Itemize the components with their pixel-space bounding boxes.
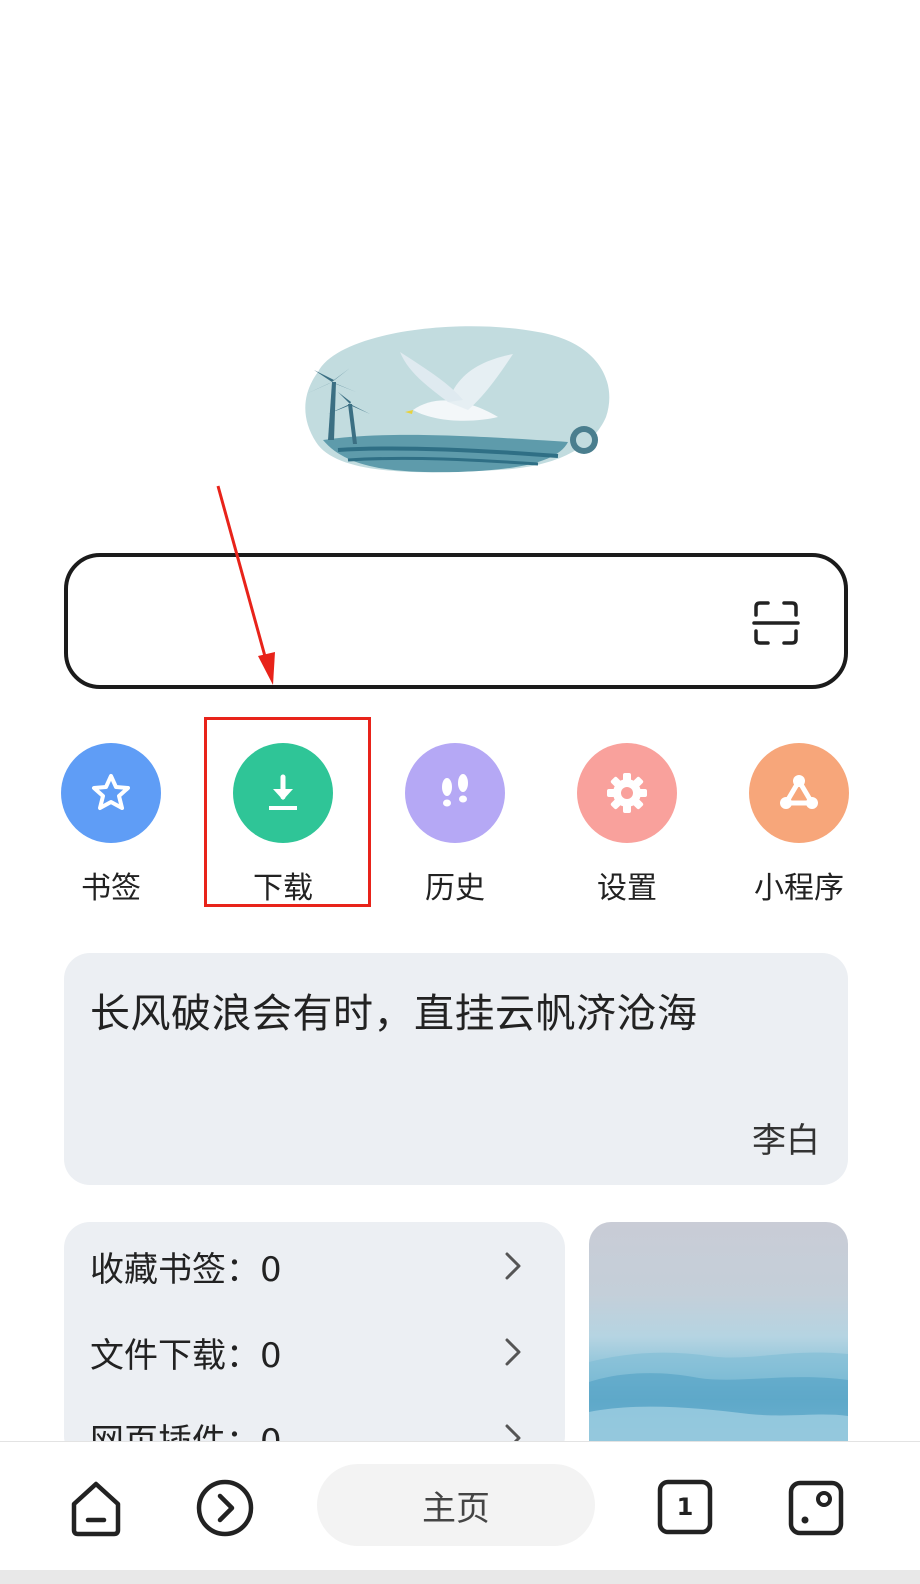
tabs-icon[interactable]: 1	[656, 1478, 714, 1536]
quote-author: 李白	[752, 1121, 820, 1161]
bookmark-label: 书签	[81, 871, 141, 906]
star-icon	[92, 774, 130, 810]
quote-text: 长风破浪会有时，直挂云帆济沧海	[90, 991, 698, 1037]
menu-icon[interactable]	[786, 1478, 846, 1538]
stat-row-downloads[interactable]: 文件下载：0	[90, 1322, 525, 1382]
quick-action-bookmarks[interactable]: 书签	[61, 743, 161, 907]
history-circle	[405, 743, 505, 843]
annotation-highlight-box	[204, 717, 371, 907]
bookmark-circle	[61, 743, 161, 843]
gear-icon	[607, 773, 647, 813]
miniprogram-circle	[749, 743, 849, 843]
stat-label: 收藏书签：0	[90, 1249, 282, 1290]
settings-label: 设置	[597, 871, 657, 906]
home-icon[interactable]	[66, 1478, 126, 1538]
scenery-image[interactable]	[589, 1222, 848, 1462]
stat-row-bookmarks[interactable]: 收藏书签：0	[90, 1236, 525, 1296]
annotation-arrow	[216, 485, 275, 685]
home-tab-button[interactable]: 主页	[317, 1464, 595, 1546]
mountain-mist-illustration	[589, 1352, 848, 1462]
miniprogram-label: 小程序	[754, 871, 844, 906]
forward-icon[interactable]	[195, 1478, 255, 1538]
seagull-logo	[305, 326, 610, 473]
quick-action-history[interactable]: 历史	[405, 743, 505, 907]
history-label: 历史	[425, 871, 485, 906]
system-nav-bar	[0, 1570, 920, 1584]
chevron-right-icon	[505, 1252, 521, 1280]
footprints-icon	[442, 774, 468, 807]
miniprogram-icon	[780, 775, 818, 809]
quick-action-settings[interactable]: 设置	[577, 743, 677, 907]
settings-circle	[577, 743, 677, 843]
quote-card[interactable]: 长风破浪会有时，直挂云帆济沧海 李白	[64, 953, 848, 1185]
search-box[interactable]	[64, 553, 848, 689]
chevron-right-icon	[505, 1338, 521, 1366]
scan-icon[interactable]	[752, 599, 800, 647]
stats-card: 收藏书签：0 文件下载：0 网页插件：0	[64, 1222, 565, 1462]
quick-action-miniprogram[interactable]: 小程序	[749, 743, 849, 907]
stat-label: 文件下载：0	[90, 1335, 282, 1376]
bottom-navigation: 主页 1	[0, 1441, 920, 1584]
tabs-count: 1	[676, 1493, 694, 1521]
